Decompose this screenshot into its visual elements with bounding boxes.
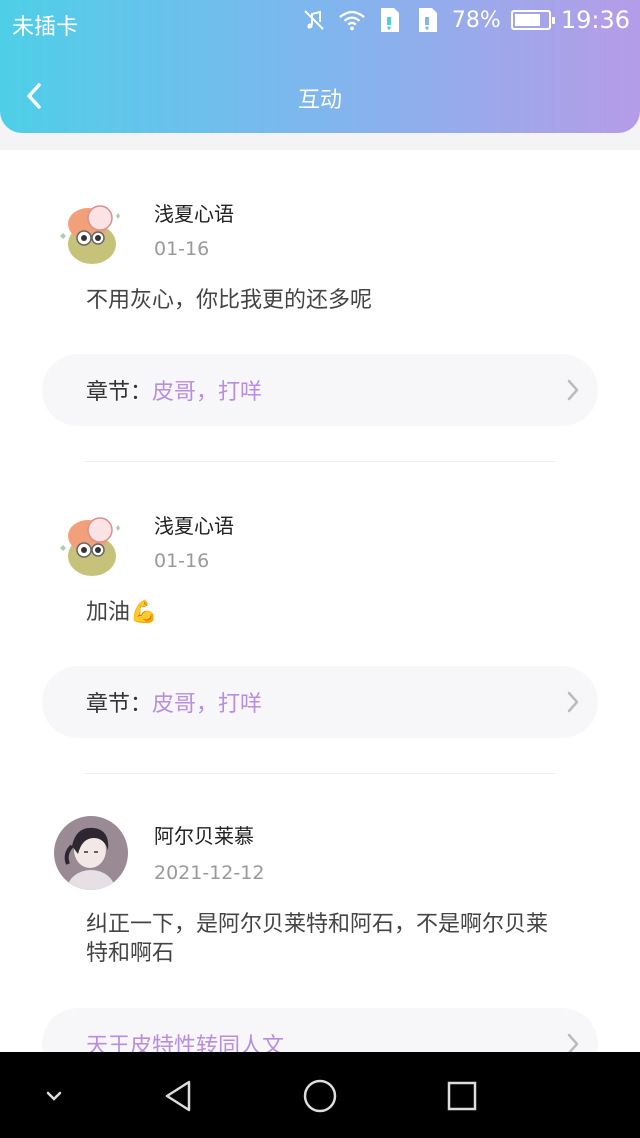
- comment-text: 不用灰心，你比我更的还多呢: [86, 288, 373, 313]
- comment-date: 01-16: [154, 238, 210, 260]
- chapter-label: 章节：: [86, 692, 153, 717]
- flexed-biceps-emoji: 💪: [130, 600, 158, 625]
- sim2-icon: [414, 6, 442, 34]
- mute-icon: [300, 6, 328, 34]
- header-bar: 未插卡 78% 19:36 互动: [0, 0, 640, 133]
- chapter-name: 天王皮特性转同人文: [86, 1034, 285, 1052]
- chevron-right-icon: [567, 379, 579, 401]
- nav-collapse-button[interactable]: [32, 1074, 76, 1118]
- nav-home-button[interactable]: [298, 1074, 342, 1118]
- wifi-icon: [338, 6, 366, 34]
- square-recents-icon: [447, 1081, 477, 1111]
- divider: [84, 461, 556, 462]
- battery-percent: 78%: [451, 7, 501, 33]
- avatar[interactable]: [54, 506, 128, 580]
- nav-back-button[interactable]: [156, 1074, 200, 1118]
- username[interactable]: 浅夏心语: [154, 510, 234, 539]
- chapter-link[interactable]: 章节： 皮哥，打咩: [42, 354, 598, 426]
- battery-icon: [510, 10, 555, 30]
- avatar[interactable]: [54, 816, 128, 890]
- comment-text: 纠正一下，是阿尔贝莱特和阿石，不是啊尔贝莱特和啊石: [86, 912, 549, 966]
- comment-list[interactable]: 浅夏心语 01-16 不用灰心，你比我更的还多呢 章节： 皮哥，打咩 浅夏心语 …: [0, 150, 640, 1052]
- chapter-name: 皮哥，打咩: [152, 380, 263, 405]
- chevron-right-icon: [567, 1033, 579, 1052]
- username[interactable]: 阿尔贝莱慕: [154, 820, 254, 849]
- triangle-back-icon: [165, 1080, 191, 1112]
- status-bar: 未插卡 78% 19:36: [0, 0, 640, 46]
- comment-date: 01-16: [154, 550, 210, 572]
- status-icons: 78% 19:36: [300, 6, 630, 34]
- battery-fill: [514, 14, 540, 26]
- sim1-icon: [376, 6, 404, 34]
- carrier-label: 未插卡: [12, 15, 79, 40]
- circle-home-icon: [303, 1079, 337, 1113]
- chevron-right-icon: [567, 691, 579, 713]
- nav-recents-button[interactable]: [440, 1074, 484, 1118]
- comment-text-body: 加油: [86, 600, 131, 625]
- chevron-down-icon: [46, 1091, 62, 1101]
- username[interactable]: 浅夏心语: [154, 198, 234, 227]
- page-title: 互动: [297, 88, 342, 113]
- chapter-name: 皮哥，打咩: [152, 692, 263, 717]
- system-nav-bar: [0, 1052, 640, 1138]
- avatar[interactable]: [54, 194, 128, 268]
- clock: 19:36: [560, 6, 630, 34]
- divider: [84, 773, 556, 774]
- chapter-link[interactable]: 章节： 皮哥，打咩: [42, 666, 598, 738]
- chapter-link[interactable]: 天王皮特性转同人文: [42, 1008, 598, 1052]
- chapter-label: 章节：: [86, 380, 153, 405]
- comment-text: 加油💪: [86, 598, 586, 627]
- comment-date: 2021-12-12: [154, 862, 265, 884]
